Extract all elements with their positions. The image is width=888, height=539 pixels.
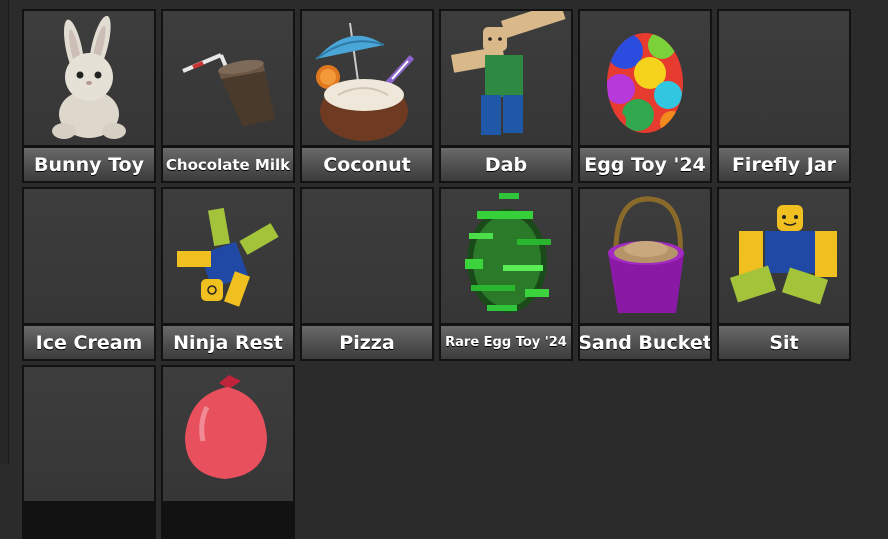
red-balloon-icon	[185, 375, 267, 479]
item-label: Sand Bucket	[580, 326, 710, 359]
item-label: Chocolate Milk	[163, 148, 293, 181]
item-tile-dab[interactable]: Dab	[439, 9, 573, 183]
item-thumbnail	[441, 11, 571, 145]
item-tile-sand-bucket[interactable]: Sand Bucket	[578, 187, 712, 361]
green-glitch-egg-icon	[465, 193, 551, 313]
item-thumbnail	[580, 11, 710, 145]
item-tile-ice-cream[interactable]: Ice Cream	[22, 187, 156, 361]
item-label: Pizza	[302, 326, 432, 359]
item-label: Ice Cream	[24, 326, 154, 359]
item-thumbnail	[719, 11, 849, 145]
item-label: Dab	[441, 148, 571, 181]
item-thumbnail	[24, 189, 154, 323]
item-tile-pizza[interactable]: Pizza	[300, 187, 434, 361]
chocolate-milk-icon	[182, 53, 275, 127]
item-label: Ninja Rest	[163, 326, 293, 359]
item-tile-coconut[interactable]: Coconut	[300, 9, 434, 183]
item-tile-sit[interactable]: Sit	[717, 187, 851, 361]
dab-emote-icon	[451, 11, 566, 135]
item-thumbnail	[302, 189, 432, 323]
item-thumbnail	[580, 189, 710, 323]
item-label: Sit	[719, 326, 849, 359]
item-label: Bunny Toy	[24, 148, 154, 181]
item-tile-ninja-rest[interactable]: Ninja Rest	[161, 187, 295, 361]
item-thumbnail	[163, 189, 293, 323]
item-tile-rare-egg-toy-24[interactable]: Rare Egg Toy '24	[439, 187, 573, 361]
sand-bucket-icon	[608, 196, 684, 313]
item-thumbnail	[163, 367, 293, 501]
sit-emote-icon	[729, 205, 837, 305]
item-thumbnail	[163, 11, 293, 145]
coconut-drink-icon	[315, 22, 415, 141]
ninja-rest-emote-icon	[177, 207, 279, 307]
item-thumbnail	[719, 189, 849, 323]
left-panel-edge	[0, 0, 9, 464]
item-tile-egg-toy-24[interactable]: Egg Toy '24	[578, 9, 712, 183]
item-label: Rare Egg Toy '24	[441, 326, 571, 359]
item-tile-chocolate-milk[interactable]: Chocolate Milk	[161, 9, 295, 183]
item-thumbnail	[24, 11, 154, 145]
item-tile-balloon[interactable]	[161, 365, 295, 539]
item-tile-bunny-toy[interactable]: Bunny Toy	[22, 9, 156, 183]
item-thumbnail	[24, 367, 154, 501]
inventory-grid: Bunny Toy Chocolate Milk Coconut Dab Egg…	[22, 9, 854, 539]
bunny-toy-icon	[52, 15, 126, 139]
item-label: Egg Toy '24	[580, 148, 710, 181]
item-label: Firefly Jar	[719, 148, 849, 181]
item-thumbnail	[302, 11, 432, 145]
rainbow-egg-icon	[607, 33, 683, 133]
item-label: Coconut	[302, 148, 432, 181]
item-tile-firefly-jar[interactable]: Firefly Jar	[717, 9, 851, 183]
item-thumbnail	[441, 189, 571, 323]
item-tile-empty[interactable]	[22, 365, 156, 539]
